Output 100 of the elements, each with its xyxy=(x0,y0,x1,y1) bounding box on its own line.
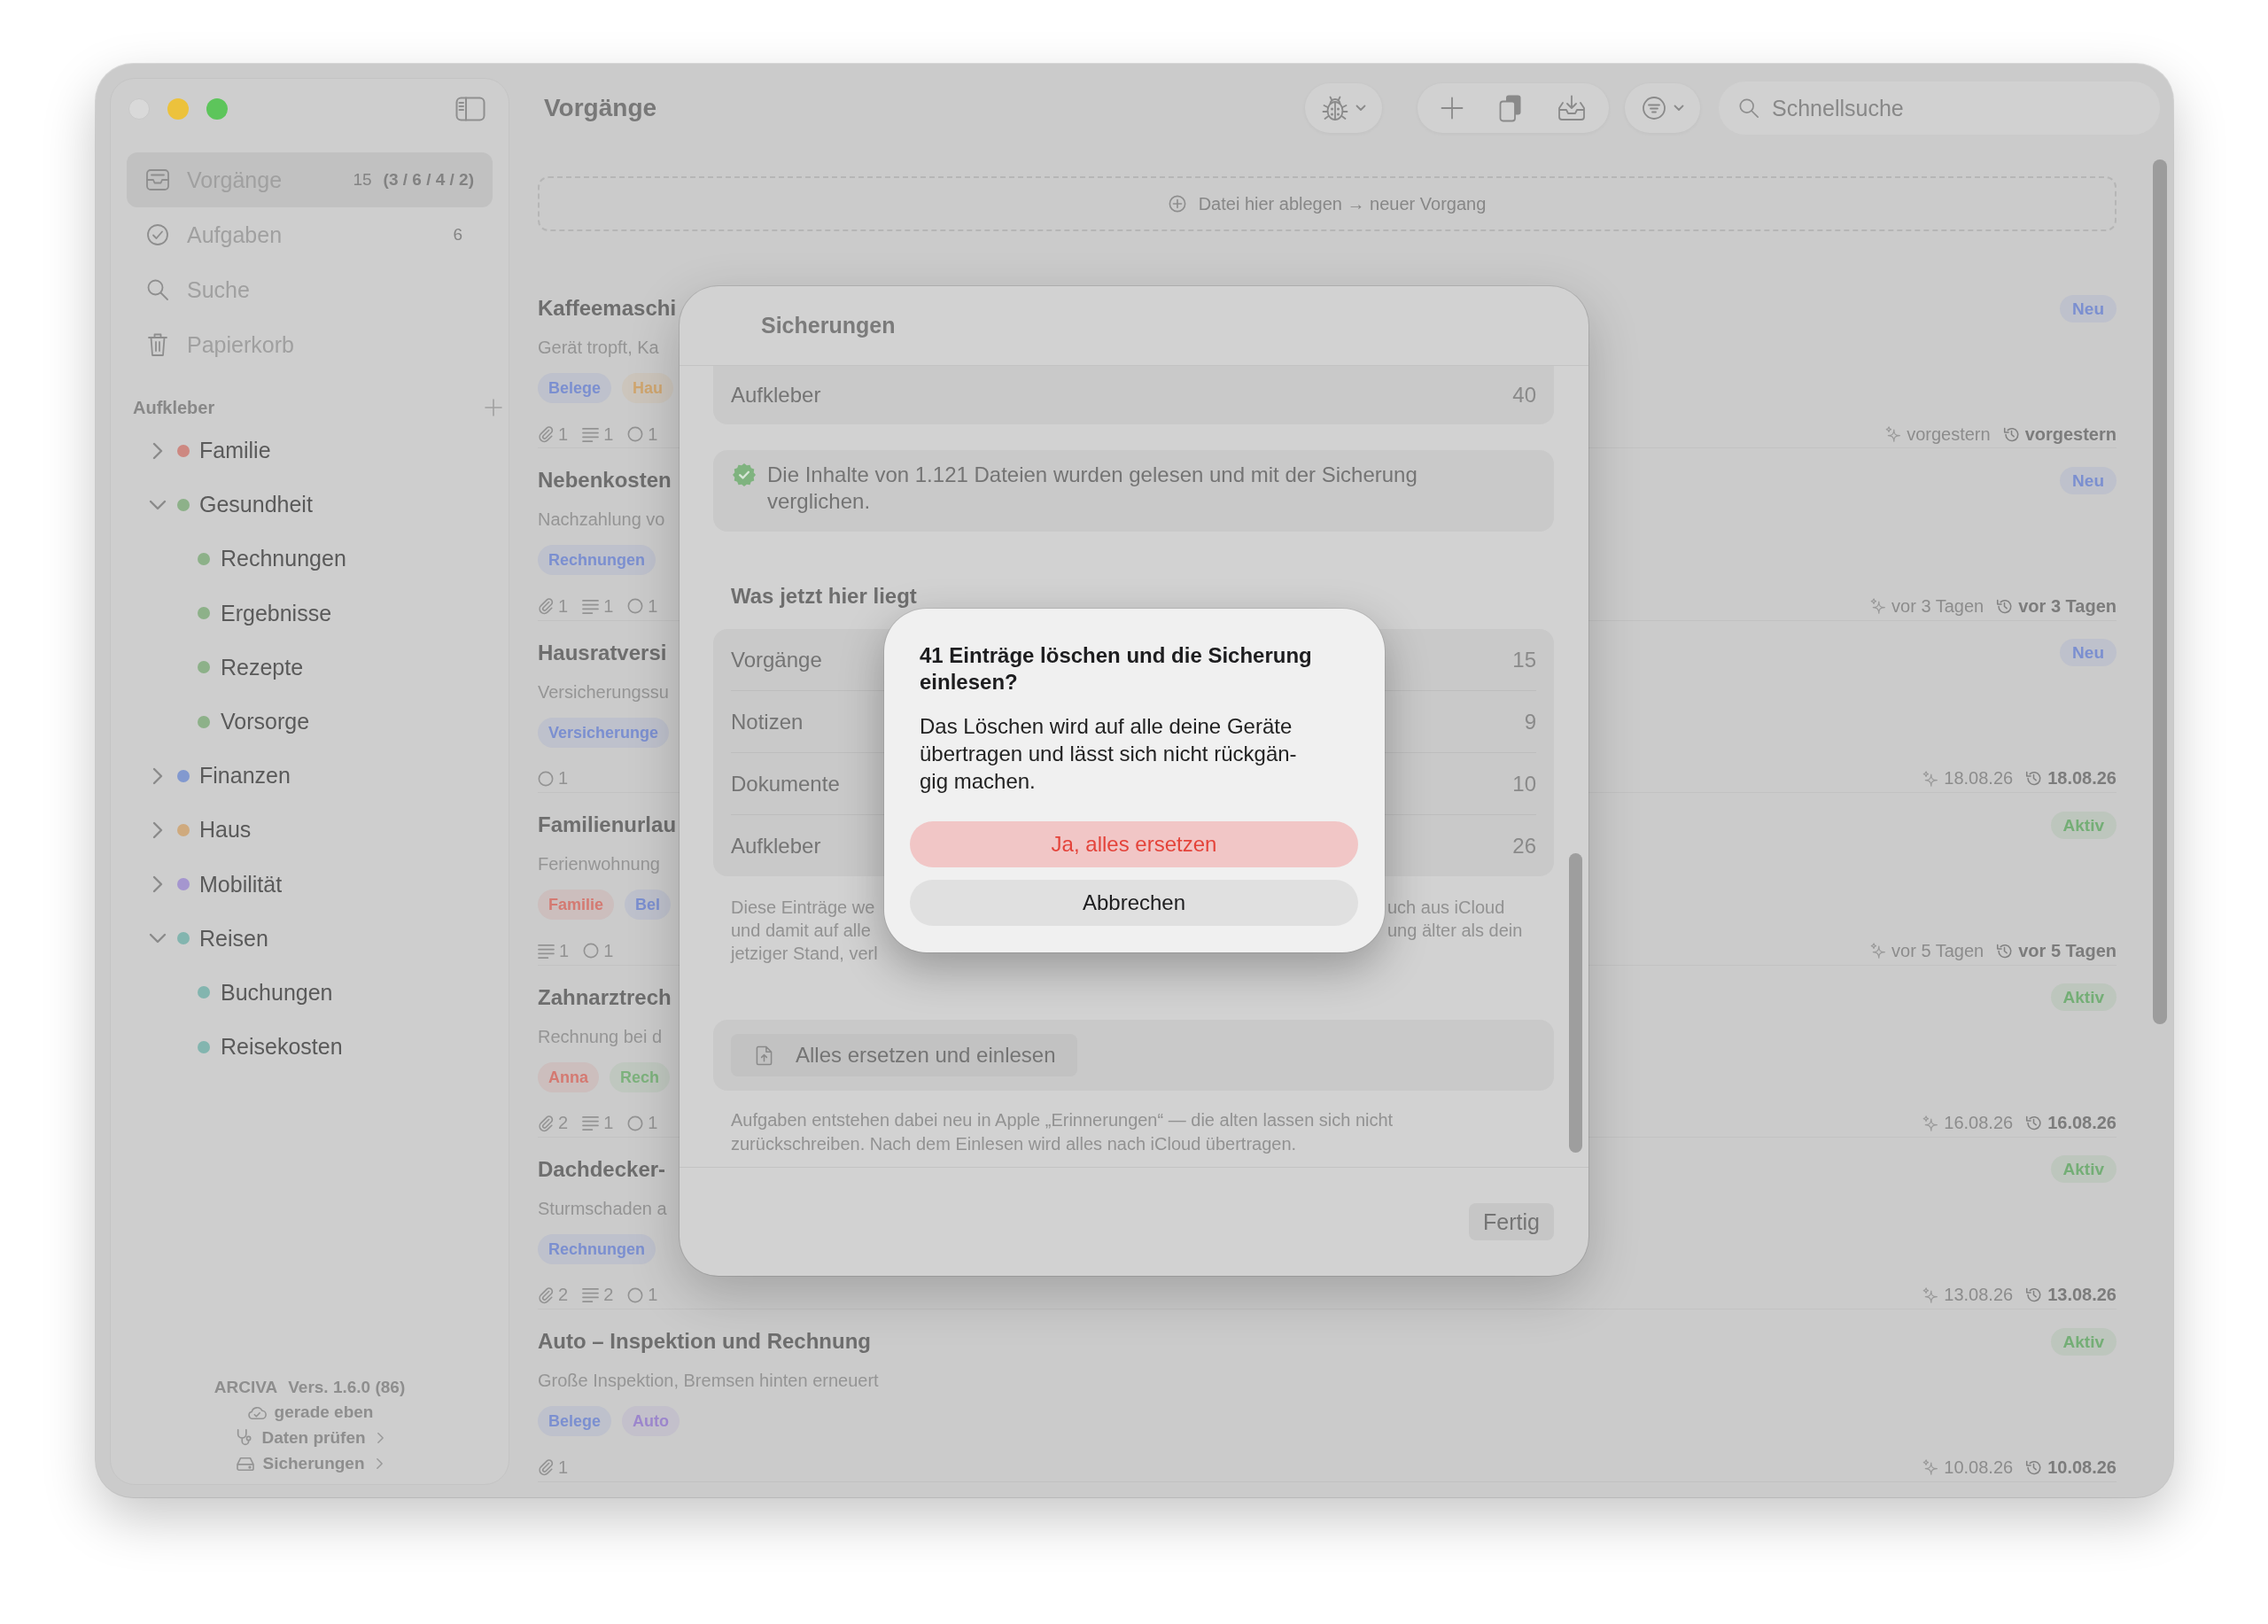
tag[interactable]: Anna xyxy=(538,1061,599,1092)
plus-icon[interactable] xyxy=(485,399,502,416)
row-label: Aufkleber xyxy=(731,833,821,859)
sidebar-label-item[interactable]: Finanzen xyxy=(111,749,509,804)
sparkle-icon xyxy=(1870,598,1887,615)
chevron-right-icon xyxy=(376,1431,384,1444)
row-label: Vorgänge xyxy=(731,647,822,672)
tag[interactable]: Belege xyxy=(538,1406,612,1437)
tag[interactable]: Rech xyxy=(610,1061,670,1092)
status-badge: Aktiv xyxy=(2050,1155,2117,1184)
sidebar-label-item[interactable]: Mobilität xyxy=(111,857,509,912)
status-badge: Neu xyxy=(2060,294,2117,322)
filter-icon xyxy=(1641,96,1666,120)
sidebar-label-item[interactable]: Gesundheit xyxy=(111,478,509,532)
circle-icon xyxy=(583,943,600,960)
item-title[interactable]: Zahnarztrech xyxy=(538,984,672,1010)
item-title[interactable]: Dachdecker- xyxy=(538,1156,666,1182)
cloud-check-icon xyxy=(245,1404,268,1421)
status-badge: Aktiv xyxy=(2050,983,2117,1012)
tag[interactable]: Familie xyxy=(538,890,615,921)
sparkle-icon xyxy=(1885,426,1902,442)
sidebar-label-item[interactable]: Rezepte xyxy=(111,640,509,695)
lines-icon xyxy=(582,426,600,442)
lines-icon xyxy=(582,1287,600,1303)
footnote-text: jetziger Stand, verl xyxy=(731,943,878,965)
tag[interactable]: Auto xyxy=(622,1406,680,1437)
tag[interactable]: Versicherunge xyxy=(538,717,670,748)
modified-date: 16.08.26 xyxy=(2047,1113,2117,1134)
scrollbar[interactable] xyxy=(1569,853,1582,1153)
sidebar-label-item[interactable]: Haus xyxy=(111,803,509,858)
row-value: 40 xyxy=(1512,383,1536,408)
lines-icon xyxy=(582,598,600,614)
modified-date: 10.08.26 xyxy=(2047,1457,2117,1478)
tray-download-icon[interactable] xyxy=(1557,95,1586,121)
drive-icon xyxy=(236,1455,256,1472)
sidebar-label-item[interactable]: Vorsorge xyxy=(111,694,509,750)
sidebar-label-item[interactable]: Ergebnisse xyxy=(111,586,509,641)
note-count: 2 xyxy=(603,1285,614,1306)
tag[interactable]: Belege xyxy=(538,373,612,403)
sparkle-icon xyxy=(1870,943,1887,960)
plus-icon[interactable] xyxy=(1441,97,1464,120)
footer-link[interactable]: Daten prüfen xyxy=(235,1425,384,1451)
alert-message: Das Löschen wird auf alle deine Geräte übertragen und lässt sich nicht rückgän-gig machen. xyxy=(919,713,1298,795)
item-title[interactable]: Hausratversi xyxy=(538,640,667,665)
confirm-button[interactable]: Ja, alles ersetzen xyxy=(910,821,1358,867)
sidebar-label-item[interactable]: Familie xyxy=(111,423,509,478)
search-field[interactable]: Schnellsuche xyxy=(1719,82,2160,135)
footnote-text: uch aus iCloud xyxy=(1387,897,1505,919)
footer-link[interactable]: Sicherungen xyxy=(236,1450,384,1476)
paperclip-icon xyxy=(538,1114,554,1132)
created-date: vorgestern xyxy=(1907,423,1991,445)
history-icon xyxy=(1996,597,2014,615)
trash-icon xyxy=(145,332,170,357)
sparkle-icon xyxy=(1922,1459,1939,1476)
row-label: Notizen xyxy=(731,709,804,734)
ladybug-icon xyxy=(1321,94,1348,122)
cancel-button[interactable]: Abbrechen xyxy=(910,880,1358,926)
replace-import-button[interactable]: Alles ersetzen und einlesen xyxy=(731,1034,1077,1076)
attachment-count: 1 xyxy=(558,1457,569,1478)
created-date: vor 3 Tagen xyxy=(1891,595,1984,617)
drop-zone[interactable]: Datei hier ablegen → neuer Vorgang xyxy=(538,176,2117,231)
footnote-text: ung älter als dein xyxy=(1387,920,1523,942)
footnote-text: und damit auf alle xyxy=(731,920,871,942)
paperclip-icon xyxy=(538,597,554,616)
scrollbar[interactable] xyxy=(2153,159,2167,1024)
note-count: 1 xyxy=(603,1113,614,1134)
item-title[interactable]: Familienurlau xyxy=(538,812,677,838)
sidebar-label-item[interactable]: Buchungen xyxy=(111,965,509,1021)
modified-date: vor 3 Tagen xyxy=(2018,595,2117,617)
item-title[interactable]: Kaffeemaschi xyxy=(538,296,677,321)
circle-icon xyxy=(627,598,644,615)
sidebar-label-item[interactable]: Rechnungen xyxy=(111,532,509,587)
sheet-title: Sicherungen xyxy=(761,313,896,338)
lines-icon xyxy=(582,1115,600,1131)
tag[interactable]: Rechnungen xyxy=(538,545,656,576)
sidebar-label-item[interactable]: Reisen xyxy=(111,911,509,966)
documents-icon[interactable] xyxy=(1499,94,1522,122)
task-count: 1 xyxy=(558,768,569,789)
history-icon xyxy=(2025,770,2043,788)
zoom-button[interactable] xyxy=(206,98,228,120)
document-upload-icon xyxy=(756,1045,773,1066)
sidebar-label-item[interactable]: Reisekosten xyxy=(111,1020,509,1075)
sparkle-icon xyxy=(1922,1286,1939,1303)
circle-icon xyxy=(538,770,554,787)
done-button[interactable]: Fertig xyxy=(1469,1203,1554,1240)
sidebar-toggle-icon[interactable] xyxy=(455,97,485,121)
paperclip-icon xyxy=(538,1458,554,1477)
history-icon xyxy=(1996,942,2014,960)
history-icon xyxy=(2025,1115,2043,1132)
tag[interactable]: Bel xyxy=(625,890,672,921)
status-badge: Neu xyxy=(2060,639,2117,667)
row-value: 15 xyxy=(1512,647,1536,672)
checkmark-circle-icon xyxy=(145,223,170,246)
version-text: Vers. 1.6.0 (86) xyxy=(288,1377,406,1397)
attachment-count: 1 xyxy=(558,595,569,617)
item-title[interactable]: Nebenkosten xyxy=(538,468,672,493)
note-count: 1 xyxy=(603,595,614,617)
item-title[interactable]: Auto – Inspektion und Rechnung xyxy=(538,1329,871,1355)
app-name: ARCIVA xyxy=(214,1377,278,1397)
tag[interactable]: Rechnungen xyxy=(538,1233,656,1264)
